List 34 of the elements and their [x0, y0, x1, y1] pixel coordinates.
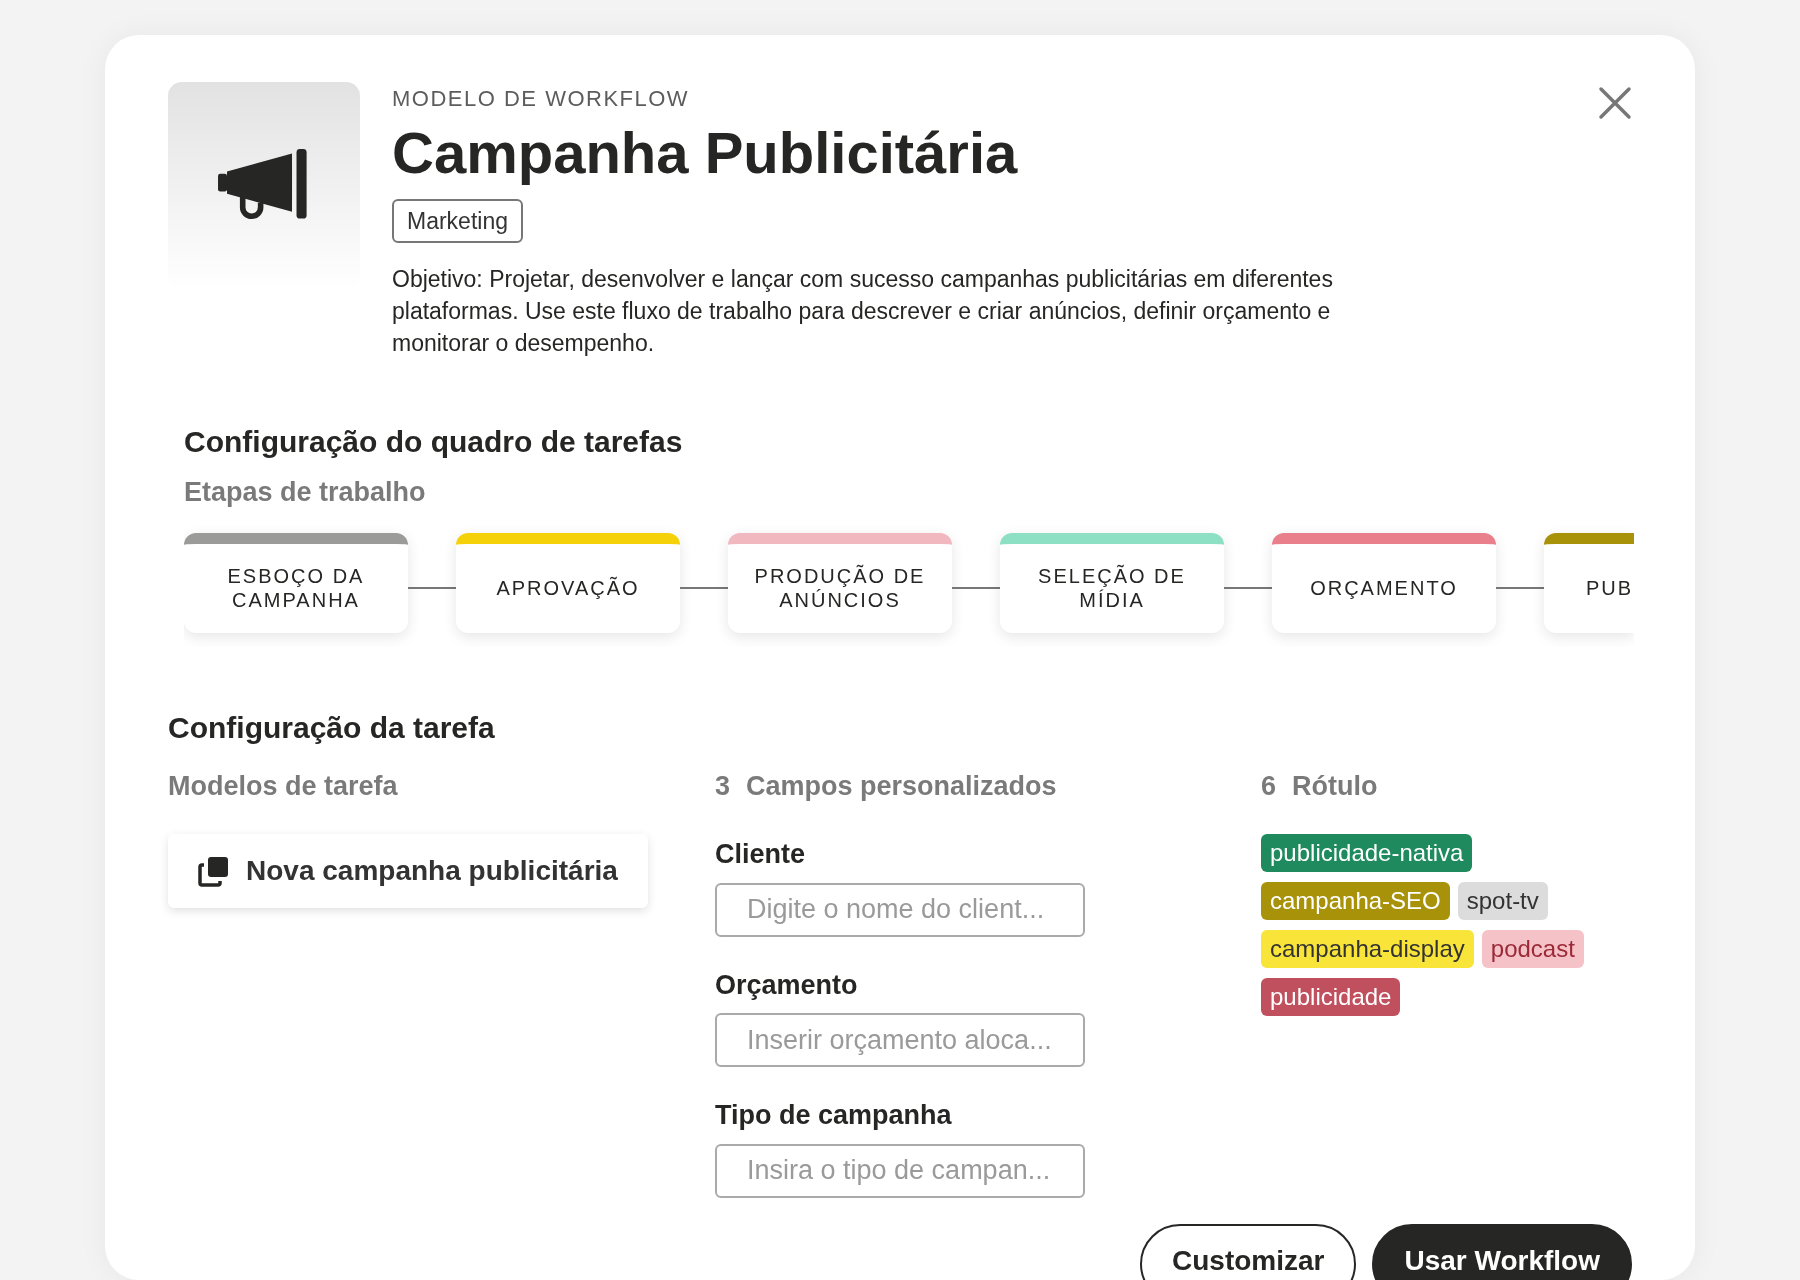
- eyebrow-label: MODELO DE WORKFLOW: [392, 85, 691, 113]
- label-tag: podcast: [1481, 930, 1584, 969]
- label-tag: publicidade-nativa: [1261, 834, 1473, 873]
- field-label: Orçamento: [715, 968, 859, 1002]
- label-tag: spot-tv: [1457, 882, 1548, 921]
- item-count: 3: [715, 769, 731, 803]
- section-subheading: Etapas de trabalho: [184, 476, 427, 510]
- text-field[interactable]: Inserir orçamento aloca...: [715, 1013, 1085, 1068]
- category-tag: Marketing: [392, 198, 523, 244]
- window-title: Campanha Publicitária: [392, 121, 1019, 185]
- stage-card: SELEÇÃO DE MÍDIA: [1000, 532, 1224, 633]
- section-heading: Configuração do quadro de tarefas: [184, 424, 684, 461]
- stage-card: APROVAÇÃO: [456, 532, 680, 633]
- action-button[interactable]: Customizar: [1140, 1223, 1357, 1280]
- label-tag: campanha-SEO: [1261, 882, 1450, 921]
- column-heading: Modelos de tarefa: [168, 769, 399, 803]
- action-button[interactable]: Usar Workflow: [1372, 1223, 1632, 1280]
- column-heading: Campos personalizados: [746, 769, 1057, 803]
- field-label: Cliente: [715, 838, 807, 872]
- stage-card: ORÇAMENTO: [1272, 532, 1496, 633]
- text-field[interactable]: Digite o nome do client...: [715, 882, 1085, 937]
- copy-icon: [198, 855, 230, 888]
- item-count: 6: [1261, 769, 1277, 803]
- section-heading: Configuração da tarefa: [168, 709, 496, 746]
- column-heading: Rótulo: [1292, 769, 1378, 803]
- stage-card: PRODUÇÃO DE ANÚNCIOS: [728, 532, 952, 633]
- description-text: Objetivo: Projetar, desenvolver e lançar com sucesso campanhas publicitárias em diferentes plataformas. Use este fluxo de trabalho para descrever e criar anúncios, definir orçamento e monitorar o desempenho.: [392, 265, 1334, 359]
- field-label: Tipo de campanha: [715, 1099, 953, 1133]
- stage-card: PUB: [1544, 532, 1634, 633]
- stage-card: ESBOÇO DA CAMPANHA: [184, 532, 408, 633]
- label-tag: publicidade: [1261, 978, 1401, 1017]
- template-button[interactable]: Nova campanha publicitária: [168, 834, 648, 909]
- label-tag: campanha-display: [1261, 930, 1474, 969]
- text-field[interactable]: Insira o tipo de campan...: [715, 1143, 1085, 1198]
